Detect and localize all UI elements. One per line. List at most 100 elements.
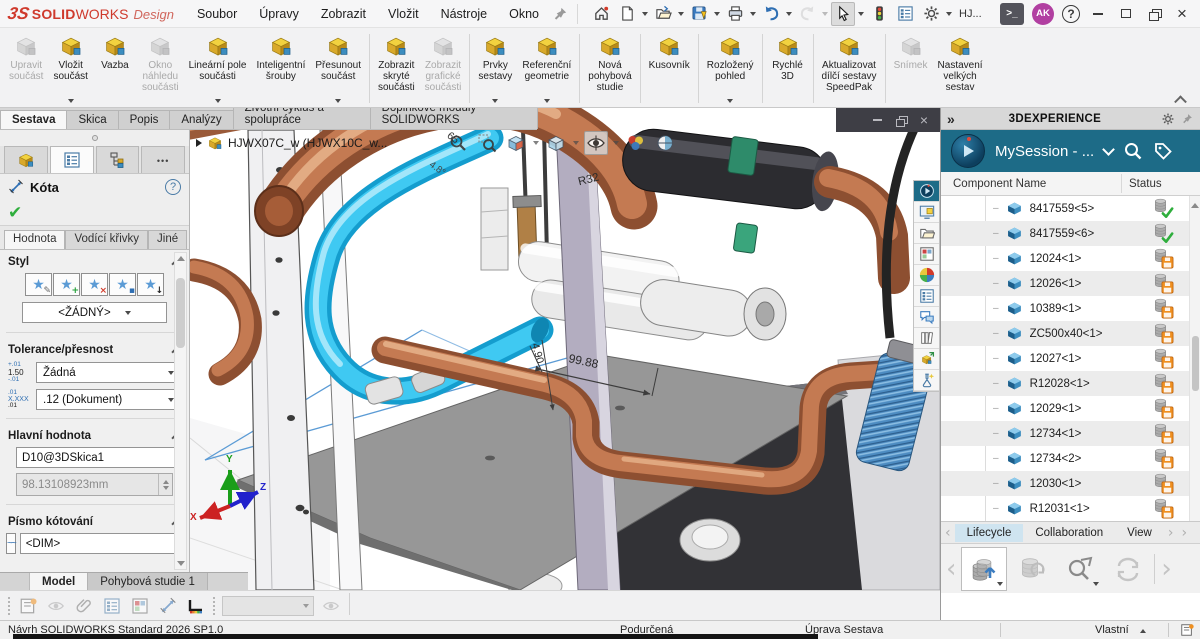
dropdown-caret-icon[interactable] xyxy=(335,99,341,103)
footer-tab-lifecycle[interactable]: Lifecycle xyxy=(955,524,1024,542)
menu-n-stroje[interactable]: Nástroje xyxy=(432,3,497,25)
view-orientation-icon[interactable] xyxy=(544,131,568,155)
dimension-text-input[interactable] xyxy=(20,533,186,554)
precision-dropdown[interactable]: .12 (Dokument) xyxy=(36,389,181,410)
display-settings-button[interactable] xyxy=(893,2,917,26)
pane-toggle-button[interactable] xyxy=(1116,5,1136,23)
tab-skica[interactable]: Skica xyxy=(66,110,118,129)
home-button[interactable] xyxy=(589,2,613,26)
undo-button[interactable] xyxy=(759,2,783,26)
open-dropdown-icon[interactable] xyxy=(678,12,684,16)
save-style-button[interactable]: ★▪ xyxy=(109,273,136,296)
tab-anal-zy[interactable]: Analýzy xyxy=(169,110,233,129)
options-dropdown-icon[interactable] xyxy=(946,12,952,16)
save-dropdown-icon[interactable] xyxy=(714,12,720,16)
save-button[interactable] xyxy=(687,2,711,26)
doc-restore-icon[interactable] xyxy=(896,116,906,125)
dropdown-caret-icon[interactable] xyxy=(492,99,498,103)
component-row-r12028-1[interactable]: –R12028<1> xyxy=(941,371,1200,396)
model-tab-model[interactable]: Model xyxy=(30,573,88,590)
panel-splitter-handle[interactable] xyxy=(0,130,189,146)
scroll-up-icon[interactable] xyxy=(177,256,185,261)
ribbon-prvky[interactable]: Prvky sestavy xyxy=(473,30,517,107)
tab-popis[interactable]: Popis xyxy=(118,110,171,129)
hide-show-dropdown-icon[interactable] xyxy=(613,141,619,145)
magic-tools-icon[interactable] xyxy=(914,370,939,391)
component-row-12030-1[interactable]: –12030<1> xyxy=(941,471,1200,496)
zoom-area-icon[interactable] xyxy=(475,131,499,155)
tabs-scroll-right-icon[interactable] xyxy=(1164,525,1178,541)
tab-configuration-manager[interactable] xyxy=(96,146,140,173)
ribbon-p-esunout[interactable]: Přesunout součást xyxy=(310,30,366,107)
tab-feature-manager[interactable] xyxy=(4,146,48,173)
view-orientation-dropdown-icon[interactable] xyxy=(573,141,579,145)
list-scrollbar[interactable] xyxy=(1189,196,1200,521)
document-tab[interactable]: HJWX07C_w (HJWX10C_w... xyxy=(196,132,387,154)
component-row-8417559-5[interactable]: –8417559<5> xyxy=(941,196,1200,221)
column-status[interactable]: Status xyxy=(1129,178,1162,190)
flyout-arrow-icon[interactable] xyxy=(196,139,202,147)
configuration-caret-icon[interactable] xyxy=(1140,629,1146,633)
ribbon-line-rn-pole[interactable]: Lineární pole součásti xyxy=(184,30,252,107)
zoom-fit-icon[interactable] xyxy=(446,131,470,155)
ribbon-zobrazit[interactable]: Zobrazit skryté součásti xyxy=(373,30,420,107)
component-row-10389-1[interactable]: –10389<1> xyxy=(941,296,1200,321)
doc-close-icon[interactable] xyxy=(920,112,928,128)
restore-button[interactable] xyxy=(1144,5,1164,23)
print-dropdown-icon[interactable] xyxy=(750,12,756,16)
measure-tool-icon[interactable] xyxy=(185,595,207,617)
menu-vlo-it[interactable]: Vložit xyxy=(379,3,428,25)
pm-scrollbar[interactable] xyxy=(174,252,187,570)
tab-sestava[interactable]: Sestava xyxy=(0,110,67,129)
column-divider[interactable] xyxy=(1121,174,1122,193)
scroll-up-icon[interactable] xyxy=(1191,203,1199,208)
toolbar-grip[interactable] xyxy=(8,597,11,615)
new-document-button[interactable] xyxy=(615,2,639,26)
component-row-8417559-6[interactable]: –8417559<6> xyxy=(941,221,1200,246)
session-label[interactable]: MySession - ... xyxy=(995,143,1094,160)
column-component-name[interactable]: Component Name xyxy=(941,178,1046,190)
ok-check-icon[interactable] xyxy=(8,203,22,223)
ribbon-nov[interactable]: Nová pohybová studie xyxy=(583,30,636,107)
save-to-3dexperience-button[interactable] xyxy=(961,547,1007,591)
tolerance-dropdown[interactable]: Žádná xyxy=(36,362,181,383)
tab-more[interactable] xyxy=(141,146,185,173)
component-row-12026-1[interactable]: –12026<1> xyxy=(941,271,1200,296)
dimension-text-style-button[interactable] xyxy=(6,533,16,554)
dropdown-caret-icon[interactable] xyxy=(544,99,550,103)
dropdown-caret-icon[interactable] xyxy=(68,99,74,103)
tabs-scroll-left-icon[interactable] xyxy=(941,525,955,541)
solidworks-resources-icon[interactable] xyxy=(914,202,939,223)
3dexperience-compass-icon[interactable] xyxy=(914,181,939,202)
design-library-icon[interactable] xyxy=(914,223,939,244)
section-dropdown-icon[interactable] xyxy=(533,141,539,145)
3d-model-view[interactable]: 99.88 4.90 R32 65 4.8° Y X Z xyxy=(190,108,940,590)
graphics-viewport[interactable]: 99.88 4.90 R32 65 4.8° Y X Z HJWX07C_w (… xyxy=(190,108,940,590)
user-avatar[interactable]: AK xyxy=(1032,3,1054,25)
component-row-r12031-1[interactable]: –R12031<1> xyxy=(941,496,1200,521)
custom-properties-tag-icon[interactable] xyxy=(1180,623,1194,637)
help-button[interactable] xyxy=(1062,5,1080,23)
dimension-text-section-header[interactable]: Písmo kótování xyxy=(0,510,189,531)
configuration-text[interactable]: Vlastní xyxy=(1095,624,1129,636)
edit-appearance-icon[interactable] xyxy=(624,131,648,155)
options-button[interactable] xyxy=(919,2,943,26)
scroll-thumb[interactable] xyxy=(176,278,185,348)
menu-pravy[interactable]: Úpravy xyxy=(250,3,308,25)
ribbon-kusovn-k[interactable]: Kusovník xyxy=(644,30,695,107)
interference-check-button[interactable] xyxy=(867,2,891,26)
dimension-name-input[interactable] xyxy=(16,447,182,468)
open-button[interactable] xyxy=(651,2,675,26)
hide-show-items-icon[interactable] xyxy=(584,131,608,155)
update-assemblies-icon[interactable] xyxy=(914,349,939,370)
explore-search-button[interactable] xyxy=(1057,547,1103,591)
ribbon-inteligentn[interactable]: Inteligentní šrouby xyxy=(251,30,310,107)
ribbon-vazba[interactable]: Vazba xyxy=(93,30,137,107)
search-icon[interactable] xyxy=(1123,141,1143,161)
section-view-icon[interactable] xyxy=(504,131,528,155)
ribbon-aktualizovat[interactable]: Aktualizovat dílčí sestavy SpeedPak xyxy=(817,30,882,107)
document-abbrev[interactable]: HJ... xyxy=(959,8,982,20)
pane-pin-icon[interactable] xyxy=(1181,112,1194,125)
ribbon-vlo-it[interactable]: Vložit součást xyxy=(48,30,92,107)
dropdown-caret-icon[interactable] xyxy=(215,99,221,103)
